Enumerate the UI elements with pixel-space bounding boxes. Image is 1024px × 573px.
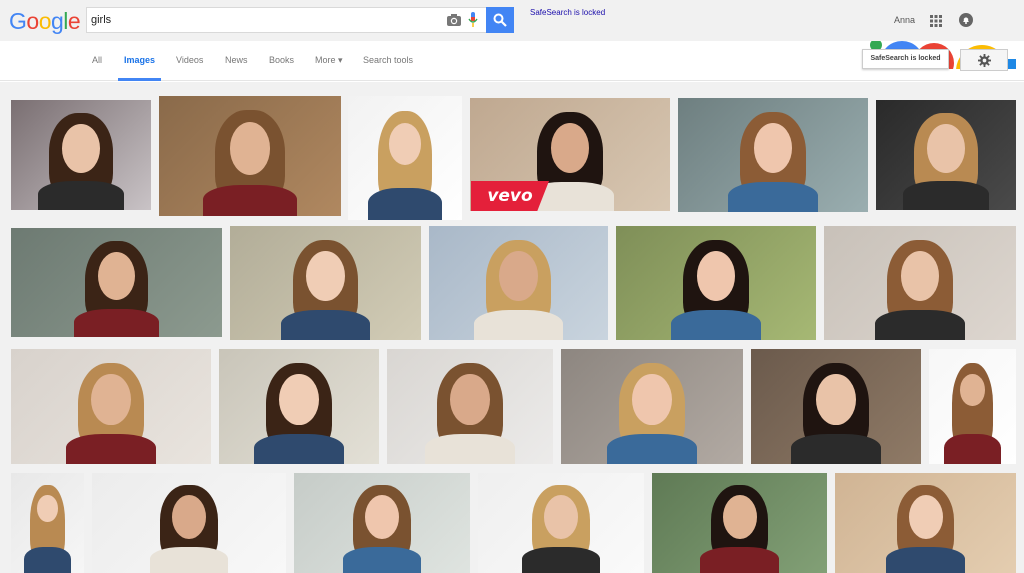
tab-more[interactable]: More ▾ [315, 55, 343, 66]
vevo-badge: vevo [471, 181, 549, 211]
photo-subject [544, 495, 578, 540]
photo-subject [279, 374, 319, 426]
photo-subject [203, 184, 297, 216]
photo-subject [875, 310, 965, 340]
image-thumbnail[interactable] [348, 96, 462, 220]
logo-letter: g [50, 8, 64, 34]
logo-letter: G [9, 8, 27, 34]
photo-subject [91, 374, 131, 426]
photo-subject [607, 434, 697, 464]
logo-letter: o [26, 8, 39, 34]
microphone-icon[interactable] [468, 12, 478, 28]
settings-button[interactable] [960, 49, 1008, 71]
photo-subject [280, 310, 371, 340]
photo-subject [389, 123, 421, 165]
image-thumbnail[interactable] [929, 349, 1016, 464]
photo-subject [473, 310, 564, 340]
tab-images[interactable]: Images [124, 55, 155, 65]
search-input[interactable] [91, 11, 431, 29]
photo-subject [306, 251, 345, 302]
tab-all[interactable]: All [92, 55, 102, 65]
photo-subject [550, 122, 590, 173]
tab-news[interactable]: News [225, 55, 248, 65]
photo-subject [960, 374, 985, 406]
image-thumbnail[interactable] [219, 349, 379, 464]
camera-icon[interactable] [446, 13, 462, 27]
image-thumbnail[interactable] [824, 226, 1016, 340]
image-results-grid [0, 82, 1024, 573]
tab-videos[interactable]: Videos [176, 55, 203, 65]
logo-letter: e [67, 8, 81, 34]
active-tab-indicator [118, 78, 161, 81]
photo-subject [254, 434, 344, 464]
photo-subject [499, 251, 538, 302]
photo-subject [816, 374, 856, 426]
search-button[interactable] [486, 7, 514, 33]
photo-subject [37, 181, 124, 210]
photo-subject [97, 251, 136, 301]
user-name[interactable]: Anna [894, 15, 915, 25]
photo-subject [728, 182, 818, 212]
photo-subject [172, 495, 206, 540]
photo-subject [37, 495, 58, 522]
photo-subject [722, 495, 757, 540]
image-thumbnail[interactable] [652, 473, 827, 573]
google-logo[interactable]: Google [9, 8, 81, 34]
image-thumbnail[interactable] [478, 473, 644, 573]
photo-subject [342, 547, 422, 573]
image-thumbnail[interactable] [11, 349, 211, 464]
search-box [86, 7, 486, 33]
image-thumbnail[interactable] [11, 100, 151, 210]
image-thumbnail[interactable] [230, 226, 421, 340]
photo-subject [632, 374, 672, 426]
image-thumbnail[interactable] [294, 473, 470, 573]
photo-subject [886, 547, 965, 573]
image-thumbnail[interactable] [387, 349, 553, 464]
photo-subject [425, 434, 515, 464]
safesearch-locked-badge[interactable]: SafeSearch is locked [862, 49, 949, 69]
safesearch-locked-link[interactable]: SafeSearch is locked [530, 8, 605, 17]
top-bar: Google SafeSearch is locked Anna [0, 0, 1024, 41]
photo-subject [149, 547, 229, 573]
photo-subject [944, 434, 1001, 464]
image-thumbnail[interactable] [751, 349, 921, 464]
photo-subject [908, 495, 943, 540]
photo-subject [368, 187, 442, 220]
apps-grid-icon[interactable] [930, 14, 942, 27]
logo-letter: o [38, 8, 52, 34]
photo-subject [365, 495, 399, 540]
tab-books[interactable]: Books [269, 55, 294, 65]
photo-subject [791, 434, 881, 464]
photo-subject [62, 124, 100, 173]
photo-subject [902, 181, 989, 210]
image-thumbnail[interactable] [11, 228, 222, 337]
image-thumbnail[interactable] [561, 349, 743, 464]
image-thumbnail[interactable] [876, 100, 1016, 210]
photo-subject [23, 547, 71, 573]
photo-subject [700, 547, 779, 573]
image-thumbnail[interactable] [92, 473, 286, 573]
photo-subject [671, 310, 761, 340]
photo-subject [927, 124, 965, 173]
image-thumbnail[interactable] [429, 226, 608, 340]
gear-icon [978, 54, 991, 67]
image-thumbnail[interactable] [835, 473, 1016, 573]
image-thumbnail[interactable] [11, 473, 84, 573]
photo-subject [73, 308, 160, 337]
photo-subject [66, 434, 156, 464]
photo-subject [450, 374, 490, 426]
photo-subject [521, 547, 601, 573]
image-thumbnail[interactable] [159, 96, 341, 216]
image-thumbnail[interactable] [678, 98, 868, 212]
search-icon [493, 13, 507, 27]
notifications-bell-icon[interactable] [959, 13, 973, 27]
tab-search-tools[interactable]: Search tools [363, 55, 413, 65]
image-thumbnail[interactable] [616, 226, 816, 340]
